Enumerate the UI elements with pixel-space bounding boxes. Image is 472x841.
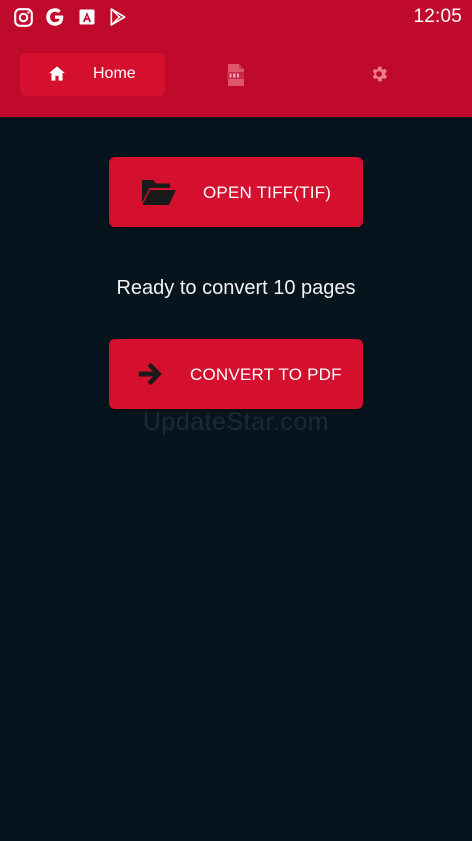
tab-bar: Home bbox=[0, 44, 472, 104]
app-screen: 12:05 Home OPEN TIFF(TIF) Ready to conve… bbox=[0, 0, 472, 841]
gear-icon[interactable] bbox=[369, 64, 391, 86]
convert-to-pdf-label: CONVERT TO PDF bbox=[190, 365, 342, 384]
app-header: 12:05 Home bbox=[0, 0, 472, 117]
arrow-right-icon bbox=[135, 359, 165, 394]
google-icon bbox=[44, 6, 66, 28]
tab-home[interactable]: Home bbox=[20, 53, 165, 96]
folder-open-icon bbox=[141, 177, 177, 212]
tab-home-label: Home bbox=[93, 65, 136, 82]
status-message: Ready to convert 10 pages bbox=[116, 277, 356, 299]
pdf-file-icon[interactable] bbox=[224, 63, 248, 87]
play-store-icon bbox=[107, 6, 129, 28]
adobe-acrobat-icon bbox=[76, 6, 98, 28]
instagram-icon bbox=[12, 6, 34, 28]
clock: 12:05 bbox=[413, 6, 462, 27]
open-tiff-button[interactable]: OPEN TIFF(TIF) bbox=[109, 157, 363, 227]
convert-to-pdf-button[interactable]: CONVERT TO PDF bbox=[109, 339, 363, 409]
open-tiff-label: OPEN TIFF(TIF) bbox=[203, 183, 332, 202]
status-bar: 12:05 bbox=[0, 0, 472, 34]
home-icon bbox=[47, 64, 67, 88]
watermark: UpdateStar.com bbox=[142, 408, 330, 436]
